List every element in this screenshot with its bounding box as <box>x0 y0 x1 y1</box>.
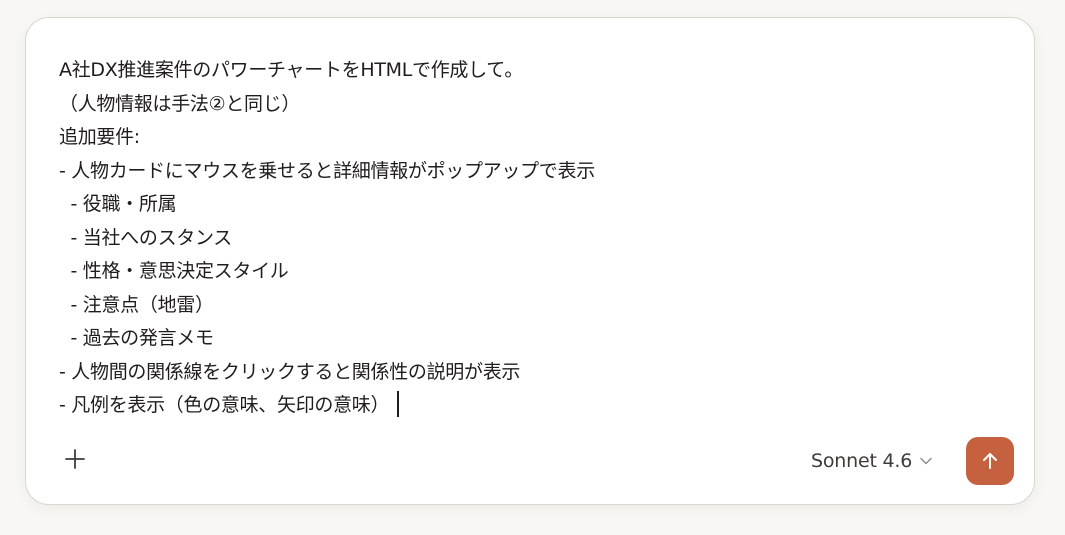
prompt-line: - 人物カードにマウスを乗せると詳細情報がポップアップで表示 <box>59 159 595 182</box>
plus-icon <box>65 449 85 469</box>
prompt-line: - 当社へのスタンス <box>59 226 232 249</box>
prompt-line-last: - 凡例を表示（色の意味、矢印の意味） <box>59 389 999 423</box>
add-attachment-button[interactable] <box>60 444 90 474</box>
arrow-up-icon <box>983 453 997 469</box>
send-button[interactable] <box>966 437 1014 485</box>
prompt-input[interactable]: A社DX推進案件のパワーチャートをHTMLで作成して。 （人物情報は手法②と同じ… <box>59 54 999 424</box>
chevron-down-icon <box>920 457 932 465</box>
prompt-line-text: - 凡例を表示（色の意味、矢印の意味） <box>59 394 390 416</box>
model-selector[interactable]: Sonnet 4.6 <box>811 446 932 476</box>
prompt-line: - 注意点（地雷） <box>59 293 214 316</box>
prompt-composer: A社DX推進案件のパワーチャートをHTMLで作成して。 （人物情報は手法②と同じ… <box>25 17 1035 505</box>
prompt-line: - 過去の発言メモ <box>59 327 214 349</box>
prompt-line: - 人物間の関係線をクリックすると関係性の説明が表示 <box>59 360 521 383</box>
prompt-line: A社DX推進案件のパワーチャートをHTMLで作成して。 <box>59 59 524 81</box>
prompt-line: - 性格・意思決定スタイル <box>59 260 289 282</box>
model-label: Sonnet 4.6 <box>811 450 913 472</box>
prompt-line: （人物情報は手法②と同じ） <box>59 92 301 115</box>
prompt-line: - 役職・所属 <box>59 193 177 215</box>
text-cursor <box>397 391 400 417</box>
prompt-line: 追加要件: <box>59 126 140 148</box>
